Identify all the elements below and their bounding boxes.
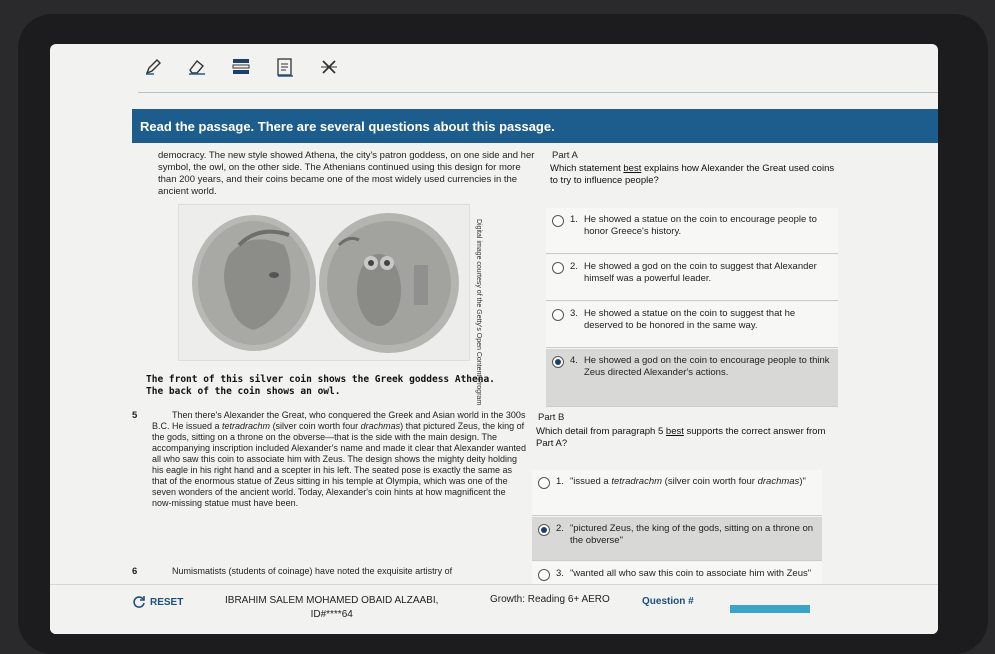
caption-line-1: The front of this silver coin shows the … (146, 374, 495, 385)
part-a-option-2[interactable]: 2. He showed a god on the coin to sugges… (546, 255, 838, 301)
part-a-label: Part A (552, 150, 578, 161)
option-text: "pictured Zeus, the king of the gods, si… (569, 523, 814, 546)
student-info: IBRAHIM SALEM MOHAMED OBAID ALZAABI, ID#… (225, 594, 438, 622)
radio-button[interactable] (538, 477, 550, 489)
option-number: 2. (556, 523, 564, 534)
notepad-icon[interactable] (274, 56, 296, 78)
question-progress-bar (730, 605, 810, 613)
footer-bar: RESET IBRAHIM SALEM MOHAMED OBAID ALZAAB… (50, 584, 938, 634)
paragraph-6: Numismatists (students of coinage) have … (172, 566, 453, 576)
instructions-banner: Read the passage. There are several ques… (132, 109, 938, 143)
toolbar-divider (138, 92, 938, 93)
part-a-question-emphasis: best (623, 163, 642, 174)
passage-text-top: democracy. The new style showed Athena, … (158, 150, 535, 197)
eraser-icon[interactable] (186, 56, 208, 78)
test-screen: Read the passage. There are several ques… (50, 44, 938, 634)
part-b-option-2[interactable]: 2. "pictured Zeus, the king of the gods,… (532, 517, 822, 561)
question-number-label: Question # (642, 596, 694, 607)
part-b-label: Part B (538, 412, 565, 423)
reset-icon (133, 596, 145, 608)
part-b-question-emphasis: best (665, 426, 684, 437)
part-a-option-3[interactable]: 3. He showed a statue on the coin to sug… (546, 302, 838, 348)
line-reader-icon[interactable] (230, 56, 252, 78)
option-number: 2. (570, 261, 578, 272)
paragraph-6-number: 6 (132, 566, 138, 577)
option-text-c: )" (799, 476, 806, 487)
option-number: 1. (570, 214, 578, 225)
part-a-question-pre: Which statement (550, 163, 624, 174)
tool-bar (142, 56, 340, 78)
part-a-option-1[interactable]: 1. He showed a statue on the coin to enc… (546, 208, 838, 254)
radio-button-selected[interactable] (538, 524, 550, 536)
option-text: "wanted all who saw this coin to associa… (569, 568, 812, 579)
image-credit: Digital image courtesy of the Getty's Op… (475, 219, 482, 406)
para5-italic-1: tetradrachm (222, 421, 271, 431)
radio-button[interactable] (552, 309, 564, 321)
option-italic-1: tetradrachm (611, 476, 663, 487)
option-text: He showed a statue on the coin to sugges… (583, 308, 796, 331)
para5-text-b: (silver coin worth four (270, 421, 361, 431)
radio-button[interactable] (552, 215, 564, 227)
instructions-text: Read the passage. There are several ques… (140, 118, 555, 134)
image-caption: The front of this silver coin shows the … (146, 374, 495, 398)
student-name: IBRAHIM SALEM MOHAMED OBAID ALZAABI, (225, 595, 439, 606)
part-a-question: Which statement best explains how Alexan… (550, 163, 842, 187)
radio-button[interactable] (552, 262, 564, 274)
para5-text-c: ) that pictured Zeus, the king of the go… (152, 421, 526, 508)
para5-italic-2: drachmas (360, 421, 401, 431)
option-text-a: "issued a (569, 476, 612, 487)
reset-label: RESET (150, 596, 184, 608)
test-name: Growth: Reading 6+ AERO (490, 594, 610, 605)
option-number: 3. (570, 308, 578, 319)
reset-button[interactable]: RESET (132, 595, 183, 609)
paragraph-5: Then there's Alexander the Great, who co… (152, 410, 527, 509)
part-a-option-4[interactable]: 4. He showed a god on the coin to encour… (546, 349, 838, 407)
option-text-b: (silver coin worth four (662, 476, 758, 487)
paragraph-5-number: 5 (132, 410, 138, 421)
option-number: 4. (570, 355, 578, 366)
option-text: He showed a god on the coin to suggest t… (583, 261, 817, 284)
option-text: He showed a statue on the coin to encour… (583, 214, 817, 237)
part-b-question-pre: Which detail from paragraph 5 (536, 426, 666, 437)
coin-image (178, 204, 470, 361)
student-id: ID#****64 (310, 609, 353, 620)
answer-eliminator-icon[interactable] (318, 56, 340, 78)
radio-button[interactable] (538, 569, 550, 581)
option-text: "issued a tetradrachm (silver coin worth… (570, 476, 806, 488)
caption-line-2: The back of the coin shows an owl. (146, 386, 341, 397)
option-italic-2: drachmas (757, 476, 800, 487)
part-b-option-1[interactable]: 1. "issued a tetradrachm (silver coin wo… (532, 470, 822, 516)
part-b-question: Which detail from paragraph 5 best suppo… (536, 426, 836, 450)
option-text: He showed a god on the coin to encourage… (583, 355, 830, 378)
option-number: 3. (556, 568, 564, 579)
pencil-icon[interactable] (142, 56, 164, 78)
option-number: 1. (556, 476, 564, 487)
radio-button-selected[interactable] (552, 356, 564, 368)
